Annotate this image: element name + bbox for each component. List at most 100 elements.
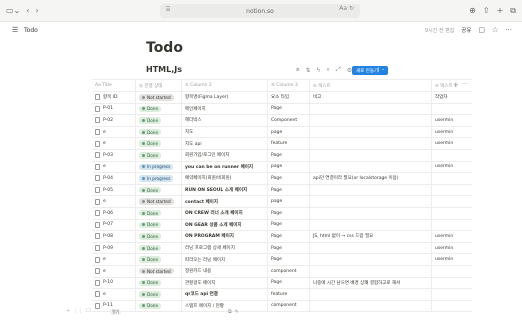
cell-column-3[interactable]: Page [268,149,310,162]
cell-text-1[interactable] [432,196,472,208]
cell-text-1[interactable] [432,149,472,161]
cell-column-2[interactable]: 관할걸도 페이지 [182,277,268,289]
cell-column-3[interactable]: Page [268,184,310,196]
back-icon[interactable]: ‹ [26,4,29,18]
cell-text[interactable] [310,300,432,312]
cell-status[interactable]: Done [136,137,182,150]
lightning-icon[interactable]: ϟ [317,67,321,74]
header-text-1[interactable]: ≡ 텍스트 1 [432,79,472,92]
cell-text-1[interactable] [432,289,472,301]
cell-column-3[interactable]: feature [268,288,310,301]
edit-icon[interactable]: ✎ [235,309,239,315]
cell-column-3[interactable]: page [268,161,310,173]
cell-title[interactable]: e [92,137,136,150]
table-row[interactable]: e Not started 정원카드 내용 component [92,265,472,278]
cell-column-2[interactable]: contact 페이지 [182,195,268,208]
cell-text[interactable]: 비고 [310,91,432,104]
address-bar[interactable]: ⌸ notion.so Aa ↻ [160,4,360,18]
cell-text-1[interactable] [432,219,472,231]
header-text[interactable]: ≡ 텍스트 [310,79,432,92]
cell-title[interactable]: P-10 [92,277,136,289]
header-column-3[interactable]: ≡ Column 3 [268,79,310,92]
forward-icon[interactable]: › [35,4,38,18]
cell-column-2[interactable]: 지도 api [182,137,268,150]
cell-text-1[interactable]: usermin [432,161,472,173]
sidebar-toggle-icon[interactable]: ▭⌄ [6,4,20,18]
cell-text-1[interactable] [432,173,472,185]
cell-column-2[interactable]: 러닝 프로그램 상세 페이지 [182,242,268,254]
cell-status[interactable]: Not started [136,195,182,208]
cell-text[interactable] [310,137,432,150]
cell-status[interactable]: Done [136,103,182,115]
cell-status[interactable]: In progress [136,161,182,173]
cell-column-2[interactable]: 메인페이지 [182,103,268,115]
sort-icon[interactable]: ⇅ [306,67,311,74]
table-row[interactable]: P-09 Done 러닝 프로그램 상세 페이지 Page usermin [92,242,472,255]
cell-column-3[interactable]: Page [268,219,310,231]
cell-column-2[interactable]: 예약페이지(회원/비회원) [182,172,268,185]
expand-icon[interactable]: ⤢ [336,66,341,74]
cell-column-3[interactable]: page [268,195,310,208]
table-row[interactable]: 항목 ID Not started 항목명(Figma Layer) 요소 타입 비고 작… [92,91,472,104]
cell-title[interactable]: e [92,161,136,173]
cell-title[interactable]: P-08 [92,230,136,243]
cell-text-1[interactable]: usermin [432,254,472,266]
cell-title[interactable]: P-02 [92,114,136,127]
table-row[interactable]: e Done 따라오는 러닝 페이지 Page usermin [92,253,472,266]
checkbox-icon[interactable]: ☐ [86,308,90,314]
cell-status[interactable]: Done [136,149,182,162]
cell-column-3[interactable]: Component [268,114,310,127]
cell-title[interactable]: P-01 [92,103,136,115]
cell-status[interactable]: Not started [136,265,182,277]
reader-refresh-controls[interactable]: Aa ↻ [339,5,354,12]
table-row[interactable]: P-01 Done 메인페이지 Page [92,103,472,116]
cell-text[interactable] [310,103,432,115]
cell-column-2[interactable]: 항목명(Figma Layer) [182,91,268,104]
header-status[interactable]: ◎ 진행 상태 [136,79,182,92]
cell-status[interactable]: Done [136,184,182,196]
database-view-title[interactable]: HTML,Js [146,65,182,74]
cell-column-2[interactable]: ON CREW 러너 소개 페이지 [182,207,268,220]
cell-column-2[interactable]: 정원카드 내용 [182,265,268,277]
cell-column-3[interactable]: component [268,265,310,277]
cell-column-2[interactable]: ON PROGRAM 페이지 [182,230,268,243]
cell-column-2[interactable]: qr코드 api 연결 [182,288,268,301]
table-row[interactable]: e Not started contact 페이지 page [92,195,472,208]
cell-title[interactable]: e [92,288,136,301]
table-row[interactable]: e Done 지도 api feature usermin [92,137,472,150]
cell-title[interactable]: e [92,265,136,277]
table-row[interactable]: P-05 Done RUN ON SEOUL 소개 페이지 Page [92,184,472,197]
comment-icon[interactable]: ▢ [478,26,485,34]
cell-text[interactable] [310,253,432,266]
header-column-2[interactable]: ≡ Column 2 [182,79,268,92]
cell-title[interactable]: P-06 [92,207,136,220]
cell-status[interactable]: Done [136,207,182,220]
header-title[interactable]: Aa Title [92,79,136,92]
cell-column-3[interactable]: 요소 타입 [268,91,310,104]
cell-text-1[interactable] [432,207,472,219]
copy-icon[interactable]: ⧉ [228,309,232,315]
cell-column-2[interactable]: 지도 [182,126,268,138]
cell-text-1[interactable]: usermin [432,138,472,150]
table-row[interactable]: e Done 지도 page usermin [92,126,472,139]
cell-text[interactable] [310,288,432,301]
cell-title[interactable]: P-05 [92,184,136,196]
cell-title[interactable]: P-03 [92,149,136,162]
cell-title[interactable]: e [92,195,136,208]
cell-column-2[interactable]: ON GEAR 상품 소개 페이지 [182,219,268,231]
cell-text[interactable] [310,126,432,138]
cell-title[interactable]: 항목 ID [92,91,136,104]
open-row-button[interactable]: 열기 [110,309,122,315]
add-row-icon[interactable]: + [66,308,70,314]
cell-column-3[interactable]: Page [268,207,310,220]
download-icon[interactable]: ⊕ [469,4,476,18]
cell-text-1[interactable] [432,265,472,277]
cell-text-1[interactable] [432,184,472,196]
cell-column-2[interactable]: 헤더박스 [182,114,268,127]
cell-title[interactable]: e [92,253,136,266]
cell-text-1[interactable]: usermin [432,231,472,243]
cell-column-3[interactable]: feature [268,137,310,150]
cell-column-3[interactable]: page [268,126,310,138]
table-row[interactable]: P-07 Done ON GEAR 상품 소개 페이지 Page [92,219,472,232]
star-icon[interactable]: ☆ [492,26,498,34]
